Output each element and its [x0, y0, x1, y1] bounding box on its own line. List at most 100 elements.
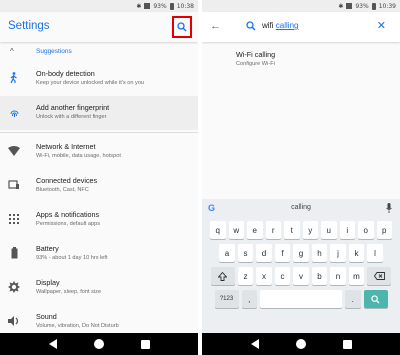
item-subtitle: Bluetooth, Cast, NFC — [36, 187, 89, 193]
item-title: Network & Internet — [36, 142, 96, 151]
symbols-key[interactable]: ?123 — [214, 290, 239, 308]
comma-key[interactable]: , — [241, 290, 257, 308]
backspace-key[interactable] — [367, 267, 392, 285]
battery-percent: 93% — [355, 2, 369, 10]
item-title: On-body detection — [36, 69, 95, 78]
home-nav-icon[interactable] — [295, 339, 306, 349]
status-bar: ✱ 93% 10:39 — [202, 0, 400, 12]
suggestion-strip: G calling — [202, 199, 400, 219]
search-icon — [371, 294, 380, 304]
item-subtitle: 93% - about 1 day 10 hrs left — [36, 255, 108, 261]
item-subtitle: Unlock with a different finger — [36, 114, 107, 120]
result-title: Wi-Fi calling — [236, 50, 276, 59]
search-screen: ✱ 93% 10:39 ← wifi calling ✕ Wi-Fi calli… — [202, 0, 400, 355]
item-subtitle: Keep your device unlocked while it's on … — [36, 80, 145, 86]
back-arrow-icon[interactable]: ← — [210, 20, 221, 32]
key-row-4: ?123 , . — [202, 290, 400, 308]
key-r[interactable]: r — [265, 221, 281, 239]
key-p[interactable]: p — [376, 221, 392, 239]
item-subtitle: Permissions, default apps — [36, 221, 101, 227]
key-j[interactable]: j — [330, 244, 346, 262]
settings-item-display[interactable]: Display Wallpaper, sleep, font size — [0, 271, 198, 305]
navigation-bar — [0, 333, 198, 355]
settings-item-battery[interactable]: Battery 93% - about 1 day 10 hrs left — [0, 237, 198, 271]
search-icon — [177, 22, 187, 32]
keyboard: G calling q w e r t y u i o p a s d f g … — [202, 199, 400, 333]
devices-icon — [8, 179, 20, 191]
clock: 10:38 — [176, 2, 194, 10]
cellular-status-icon — [346, 3, 353, 9]
results-empty-area — [202, 74, 400, 199]
clock: 10:39 — [378, 2, 396, 10]
search-button[interactable] — [172, 16, 192, 38]
volume-icon — [8, 315, 20, 327]
settings-item-apps[interactable]: Apps & notifications Permissions, defaul… — [0, 203, 198, 237]
page-title: Settings — [8, 20, 50, 32]
key-y[interactable]: y — [302, 221, 318, 239]
recents-nav-icon[interactable] — [140, 339, 150, 349]
back-nav-icon[interactable] — [48, 339, 57, 349]
settings-item-network[interactable]: Network & Internet Wi-Fi, mobile, data u… — [0, 135, 198, 169]
battery-percent: 93% — [153, 2, 167, 10]
recents-nav-icon[interactable] — [342, 339, 352, 349]
key-x[interactable]: x — [256, 267, 272, 285]
key-i[interactable]: i — [339, 221, 355, 239]
battery-status-icon — [371, 2, 376, 10]
key-z[interactable]: z — [237, 267, 254, 285]
search-input[interactable]: wifi calling — [262, 21, 298, 30]
key-t[interactable]: t — [284, 221, 300, 239]
key-d[interactable]: d — [256, 244, 272, 262]
settings-item-add-fingerprint[interactable]: Add another fingerprint Unlock with a di… — [0, 96, 198, 130]
item-title: Connected devices — [36, 176, 98, 185]
home-nav-icon[interactable] — [93, 339, 104, 349]
key-o[interactable]: o — [358, 221, 374, 239]
key-f[interactable]: f — [274, 244, 291, 262]
period-key[interactable]: . — [345, 290, 361, 308]
navigation-bar — [202, 333, 400, 355]
divider — [0, 132, 198, 133]
key-b[interactable]: b — [311, 267, 328, 285]
close-icon[interactable]: ✕ — [377, 19, 386, 32]
key-q[interactable]: q — [210, 221, 226, 239]
settings-item-connected-devices[interactable]: Connected devices Bluetooth, Cast, NFC — [0, 169, 198, 203]
settings-app-bar: Settings — [0, 12, 198, 42]
fingerprint-icon — [8, 106, 20, 118]
search-action-key[interactable] — [363, 290, 388, 308]
key-e[interactable]: e — [247, 221, 263, 239]
key-l[interactable]: l — [367, 244, 383, 262]
key-w[interactable]: w — [228, 221, 244, 239]
space-bar[interactable] — [260, 290, 342, 308]
back-nav-icon[interactable] — [250, 339, 259, 349]
key-n[interactable]: n — [330, 267, 346, 285]
key-m[interactable]: m — [348, 267, 365, 285]
shift-key[interactable] — [210, 267, 235, 285]
suggestions-header[interactable]: ^ Suggestions — [0, 42, 198, 62]
person-walking-icon — [8, 72, 20, 84]
bluetooth-status-icon: ✱ — [136, 2, 142, 10]
settings-item-on-body-detection[interactable]: On-body detection Keep your device unloc… — [0, 62, 198, 96]
item-title: Sound — [36, 312, 57, 321]
backspace-icon — [373, 272, 385, 280]
shift-arrow-icon — [218, 271, 228, 281]
key-c[interactable]: c — [274, 267, 291, 285]
microphone-icon[interactable] — [386, 203, 392, 213]
key-s[interactable]: s — [237, 244, 254, 262]
search-bar: ← wifi calling ✕ — [202, 12, 400, 42]
brightness-icon — [8, 281, 20, 293]
search-icon — [246, 21, 256, 31]
key-row-2: a s d f g h j k l — [202, 244, 400, 262]
key-u[interactable]: u — [321, 221, 337, 239]
bluetooth-status-icon: ✱ — [338, 2, 344, 10]
item-subtitle: Volume, vibration, Do Not Disturb — [36, 323, 119, 329]
settings-screen: ✱ 93% 10:38 Settings ^ Suggestions On-bo… — [0, 0, 198, 355]
settings-list: ^ Suggestions On-body detection Keep you… — [0, 42, 198, 339]
key-v[interactable]: v — [293, 267, 309, 285]
item-subtitle: Wi-Fi, mobile, data usage, hotspot — [36, 153, 121, 159]
key-h[interactable]: h — [311, 244, 328, 262]
search-result-wifi-calling[interactable]: Wi-Fi calling Configure Wi-Fi — [202, 46, 400, 74]
result-subtitle: Configure Wi-Fi — [236, 61, 275, 67]
key-k[interactable]: k — [348, 244, 365, 262]
key-a[interactable]: a — [219, 244, 235, 262]
key-g[interactable]: g — [293, 244, 309, 262]
word-suggestion[interactable]: calling — [202, 204, 400, 211]
